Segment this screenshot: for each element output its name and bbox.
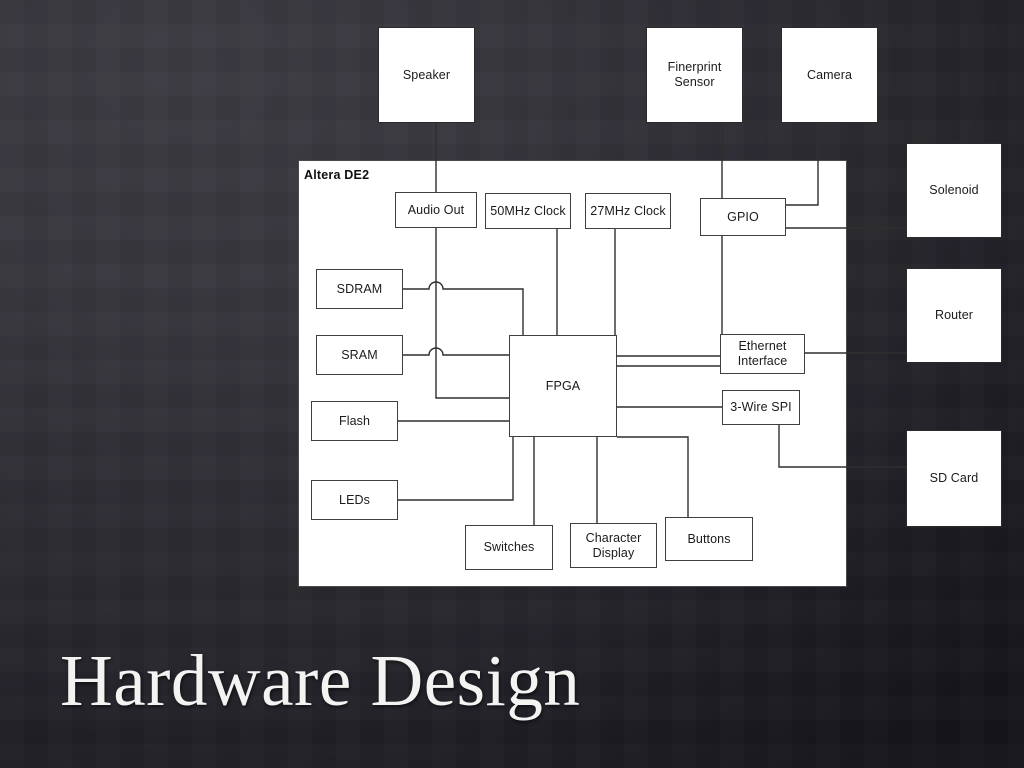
wire-leds-fpga xyxy=(398,437,514,501)
block-solenoid-label: Solenoid xyxy=(929,183,979,198)
block-character-display-label-line1: Character xyxy=(585,530,642,545)
block-fingerprint-sensor-label-line2: Sensor xyxy=(674,75,715,89)
block-audio-out[interactable]: Audio Out xyxy=(395,192,477,228)
block-ethernet-interface[interactable]: Ethernet Interface xyxy=(720,334,805,374)
block-leds-label: LEDs xyxy=(339,492,370,507)
wire-fpga-buttons xyxy=(617,436,689,517)
block-flash[interactable]: Flash xyxy=(311,401,398,441)
wire-sdram-fpga xyxy=(403,281,524,330)
wire-gpio-fpga xyxy=(617,236,723,357)
block-fpga-label: FPGA xyxy=(545,378,581,393)
block-solenoid[interactable]: Solenoid xyxy=(906,143,1002,238)
wire-spi-sdcard xyxy=(778,425,906,468)
block-clock-50mhz[interactable]: 50MHz Clock xyxy=(485,193,571,229)
block-sd-card-label: SD Card xyxy=(929,471,979,486)
block-fpga[interactable]: FPGA xyxy=(509,335,617,437)
block-buttons[interactable]: Buttons xyxy=(665,517,753,561)
block-sd-card[interactable]: SD Card xyxy=(906,430,1002,527)
block-camera-label: Camera xyxy=(806,67,853,82)
block-speaker-label: Speaker xyxy=(402,67,451,82)
block-clock-27mhz[interactable]: 27MHz Clock xyxy=(585,193,671,229)
block-3-wire-spi-label: 3-Wire SPI xyxy=(730,400,792,415)
block-router-label: Router xyxy=(934,308,974,323)
block-fingerprint-sensor[interactable]: Finerprint Sensor xyxy=(646,27,743,123)
block-leds[interactable]: LEDs xyxy=(311,480,398,520)
wire-camera-gpio xyxy=(786,123,819,206)
block-ethernet-interface-label-line2: Interface xyxy=(737,354,788,368)
block-ethernet-interface-label-line1: Ethernet xyxy=(738,339,787,354)
block-switches-label: Switches xyxy=(483,540,535,555)
block-clock-50mhz-label: 50MHz Clock xyxy=(490,203,566,218)
slide-canvas: Altera DE2 Speaker Finerprint Sensor Cam… xyxy=(0,0,1024,768)
block-sdram-label: SDRAM xyxy=(336,281,383,296)
wire-sram-fpga xyxy=(403,347,509,356)
block-speaker[interactable]: Speaker xyxy=(378,27,475,123)
slide-title: Hardware Design xyxy=(60,640,581,721)
block-gpio-label: GPIO xyxy=(727,209,759,224)
block-character-display-label-line2: Display xyxy=(592,545,635,560)
block-flash-label: Flash xyxy=(338,413,371,428)
block-3-wire-spi[interactable]: 3-Wire SPI xyxy=(722,390,800,425)
block-camera[interactable]: Camera xyxy=(781,27,878,123)
block-sdram[interactable]: SDRAM xyxy=(316,269,403,309)
block-audio-out-label: Audio Out xyxy=(407,202,465,217)
wire-audio-out-fpga xyxy=(435,228,509,399)
block-sram[interactable]: SRAM xyxy=(316,335,403,375)
block-router[interactable]: Router xyxy=(906,268,1002,363)
block-gpio[interactable]: GPIO xyxy=(700,198,786,236)
block-fingerprint-sensor-label-line1: Finerprint xyxy=(667,60,722,75)
block-clock-27mhz-label: 27MHz Clock xyxy=(590,203,666,218)
block-sram-label: SRAM xyxy=(341,347,378,362)
block-character-display[interactable]: Character Display xyxy=(570,523,657,568)
block-switches[interactable]: Switches xyxy=(465,525,553,570)
block-buttons-label: Buttons xyxy=(687,531,731,546)
